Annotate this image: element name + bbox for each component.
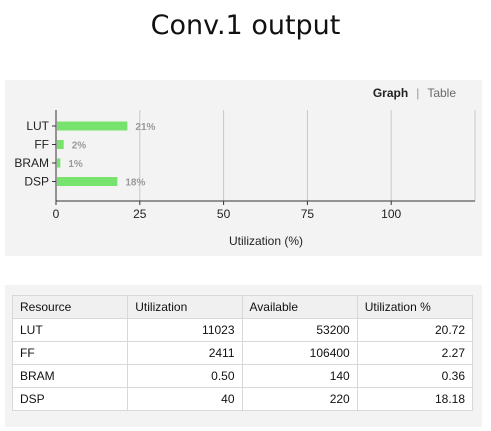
cell-utilization: 11023 (127, 318, 243, 342)
table-header-row: Resource Utilization Available Utilizati… (11, 295, 474, 319)
table-row: FF 2411 106400 2.27 (11, 341, 474, 365)
bar-value-label: 1% (68, 159, 83, 170)
cell-utilization-percent: 2.27 (356, 341, 474, 365)
x-tick-label: 100 (381, 207, 401, 221)
category-label: BRAM (14, 156, 49, 170)
cell-resource: LUT (11, 318, 129, 342)
cell-available: 53200 (241, 318, 358, 342)
cell-utilization-percent: 20.72 (356, 318, 474, 342)
utilization-table-panel: Resource Utilization Available Utilizati… (5, 285, 482, 427)
category-label: DSP (24, 175, 49, 189)
bar-value-label: 18% (125, 178, 145, 189)
cell-available: 220 (241, 387, 358, 411)
cell-utilization: 2411 (127, 341, 243, 365)
cell-utilization-percent: 18.18 (356, 387, 474, 411)
bar-value-label: 21% (135, 122, 155, 133)
table-row: BRAM 0.50 140 0.36 (11, 364, 474, 388)
cell-utilization: 40 (127, 387, 243, 411)
column-header-utilization: Utilization (127, 295, 243, 319)
utilization-graph-panel: Graph | Table 0 25 50 75 100 Utilization (%) L… (5, 80, 482, 256)
x-tick-label: 50 (217, 207, 231, 221)
bar (57, 177, 118, 186)
cell-resource: FF (11, 341, 129, 365)
cell-resource: BRAM (11, 364, 129, 388)
bar (57, 121, 128, 131)
category-label: FF (34, 138, 49, 152)
x-axis-label: Utilization (%) (229, 234, 303, 248)
bar (57, 158, 61, 168)
column-header-utilization-percent: Utilization % (356, 295, 474, 319)
x-tick-label: 75 (301, 207, 315, 221)
utilization-bar-chart: 0 25 50 75 100 Utilization (%) LUT 21% FF 2% BRAM 1… (14, 110, 476, 248)
cell-utilization-percent: 0.36 (356, 364, 474, 388)
page-title: Conv.1 output (150, 10, 341, 41)
cell-resource: DSP (11, 387, 129, 411)
table-row: DSP 40 220 18.18 (11, 387, 474, 411)
utilization-table: Resource Utilization Available Utilizati… (11, 295, 474, 411)
bar-value-label: 2% (72, 141, 87, 152)
cell-available: 106400 (241, 341, 358, 365)
column-header-resource: Resource (11, 295, 129, 319)
column-header-available: Available (241, 295, 358, 319)
table-row: LUT 11023 53200 20.72 (11, 318, 474, 342)
bar (57, 140, 64, 149)
cell-available: 140 (241, 364, 358, 388)
category-label: LUT (26, 119, 49, 133)
x-tick-label: 0 (53, 207, 60, 221)
cell-utilization: 0.50 (127, 364, 243, 388)
x-tick-label: 25 (133, 207, 147, 221)
